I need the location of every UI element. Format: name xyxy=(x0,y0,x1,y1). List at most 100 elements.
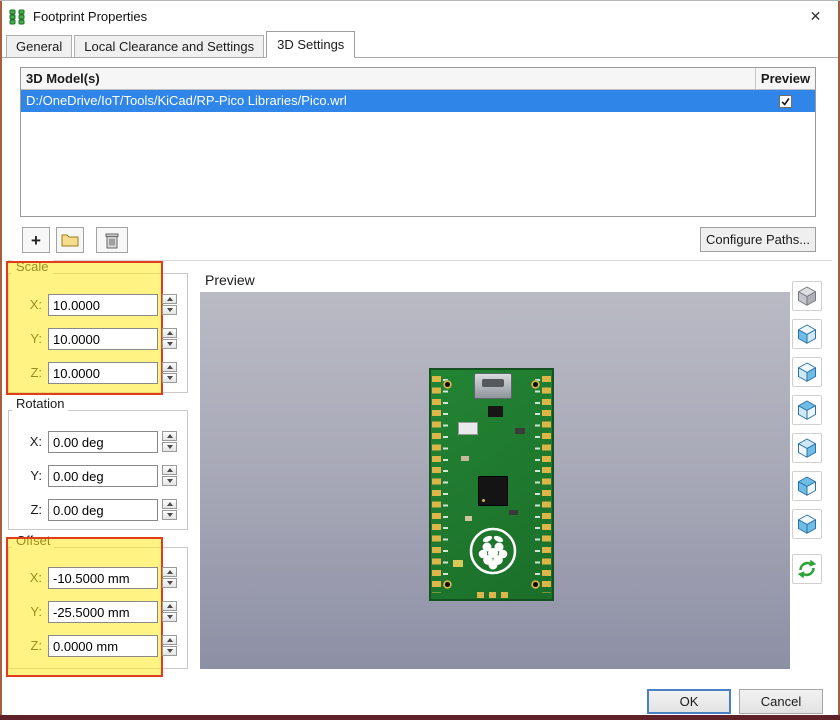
3d-preview-canvas[interactable] xyxy=(200,292,790,669)
reload-model-button[interactable] xyxy=(792,554,822,584)
footprint-properties-dialog: Footprint Properties ✕ General Local Cle… xyxy=(0,0,840,720)
spinner-up-icon[interactable] xyxy=(162,328,177,338)
offset-x-spinner[interactable] xyxy=(162,567,177,589)
scale-y-input[interactable] xyxy=(48,328,158,350)
view-right-button[interactable] xyxy=(792,357,822,387)
scale-z-input[interactable] xyxy=(48,362,158,384)
model-row[interactable]: D:/OneDrive/IoT/Tools/KiCad/RP-Pico Libr… xyxy=(21,90,815,112)
folder-icon xyxy=(61,234,79,247)
spinner-up-icon[interactable] xyxy=(162,601,177,611)
offset-z-spinner[interactable] xyxy=(162,635,177,657)
tab-general[interactable]: General xyxy=(6,35,73,58)
preview-checkbox[interactable] xyxy=(779,94,792,108)
model-path: D:/OneDrive/IoT/Tools/KiCad/RP-Pico Libr… xyxy=(26,93,347,108)
model-list-header: 3D Model(s) Preview xyxy=(21,68,815,90)
tab-3d-settings[interactable]: 3D Settings xyxy=(266,31,356,58)
spinner-down-icon[interactable] xyxy=(162,612,177,622)
spinner-up-icon[interactable] xyxy=(162,294,177,304)
spinner-down-icon[interactable] xyxy=(162,578,177,588)
castellated-pads-right xyxy=(542,376,551,593)
spinner-down-icon[interactable] xyxy=(162,442,177,452)
passive-component xyxy=(465,516,472,521)
passive-component xyxy=(509,510,518,515)
rotation-y-label: Y: xyxy=(30,468,42,483)
cube-face-icon xyxy=(798,438,816,458)
model-list[interactable]: 3D Model(s) Preview D:/OneDrive/IoT/Tool… xyxy=(20,67,816,217)
window-edge xyxy=(0,1,2,715)
spinner-down-icon[interactable] xyxy=(162,305,177,315)
offset-x-input[interactable] xyxy=(48,567,158,589)
debug-pads-bottom xyxy=(477,592,509,598)
offset-y-input[interactable] xyxy=(48,601,158,623)
castellated-pads-left xyxy=(432,376,441,593)
spinner-up-icon[interactable] xyxy=(162,431,177,441)
footprint-app-icon xyxy=(9,9,25,24)
mounting-hole xyxy=(531,580,540,589)
delete-model-button[interactable] xyxy=(96,227,128,253)
spinner-down-icon[interactable] xyxy=(162,373,177,383)
close-button[interactable]: ✕ xyxy=(793,1,838,31)
column-header-preview: Preview xyxy=(760,71,811,86)
cancel-button[interactable]: Cancel xyxy=(739,689,823,714)
rotation-group-title: Rotation xyxy=(12,396,69,411)
trash-icon xyxy=(105,233,119,248)
cube-face-icon xyxy=(798,514,816,534)
view-top-button[interactable] xyxy=(792,471,822,501)
cube-top-face-icon xyxy=(798,400,816,420)
pico-board-model xyxy=(429,368,554,601)
cube-face-icon xyxy=(798,476,816,496)
view-bottom-button[interactable] xyxy=(792,509,822,539)
spinner-down-icon[interactable] xyxy=(162,339,177,349)
mounting-hole xyxy=(443,580,452,589)
spinner-down-icon[interactable] xyxy=(162,476,177,486)
scale-x-spinner[interactable] xyxy=(162,294,177,316)
cube-left-face-icon xyxy=(798,324,816,344)
rotation-y-spinner[interactable] xyxy=(162,465,177,487)
micro-usb-connector xyxy=(474,373,512,399)
preview-title: Preview xyxy=(205,272,255,288)
window-edge xyxy=(0,715,840,720)
spinner-up-icon[interactable] xyxy=(162,499,177,509)
configure-paths-button[interactable]: Configure Paths... xyxy=(700,227,816,252)
rotation-z-spinner[interactable] xyxy=(162,499,177,521)
rotation-y-input[interactable] xyxy=(48,465,158,487)
offset-y-spinner[interactable] xyxy=(162,601,177,623)
spinner-down-icon[interactable] xyxy=(162,510,177,520)
cube-right-face-icon xyxy=(798,362,816,382)
bootsel-button xyxy=(458,422,478,435)
spinner-up-icon[interactable] xyxy=(162,465,177,475)
view-front-button[interactable] xyxy=(792,395,822,425)
passive-component xyxy=(453,560,463,567)
spinner-up-icon[interactable] xyxy=(162,362,177,372)
rotation-z-input[interactable] xyxy=(48,499,158,521)
raspberry-pi-logo xyxy=(469,527,517,575)
scale-z-spinner[interactable] xyxy=(162,362,177,384)
view-isometric-button[interactable] xyxy=(792,281,822,311)
scale-y-spinner[interactable] xyxy=(162,328,177,350)
rotation-x-label: X: xyxy=(29,434,42,449)
gray-cube-icon xyxy=(798,286,816,306)
column-header-model: 3D Model(s) xyxy=(21,68,756,89)
spinner-up-icon[interactable] xyxy=(162,567,177,577)
passive-component xyxy=(515,428,525,434)
rotation-z-label: Z: xyxy=(30,502,42,517)
title-bar: Footprint Properties ✕ xyxy=(0,1,840,31)
rotation-x-spinner[interactable] xyxy=(162,431,177,453)
mounting-hole xyxy=(531,380,540,389)
tab-bar: General Local Clearance and Settings 3D … xyxy=(0,31,840,58)
ok-button[interactable]: OK xyxy=(647,689,731,714)
add-model-button[interactable]: + xyxy=(22,227,50,253)
passive-component xyxy=(461,456,469,461)
rp2040-chip xyxy=(478,476,508,506)
browse-folder-button[interactable] xyxy=(56,227,84,253)
offset-z-input[interactable] xyxy=(48,635,158,657)
spinner-up-icon[interactable] xyxy=(162,635,177,645)
tab-local-clearance[interactable]: Local Clearance and Settings xyxy=(74,35,265,58)
spinner-down-icon[interactable] xyxy=(162,646,177,656)
green-refresh-icon xyxy=(797,559,817,579)
flash-chip xyxy=(488,406,503,417)
rotation-x-input[interactable] xyxy=(48,431,158,453)
view-back-button[interactable] xyxy=(792,433,822,463)
scale-x-input[interactable] xyxy=(48,294,158,316)
view-left-button[interactable] xyxy=(792,319,822,349)
